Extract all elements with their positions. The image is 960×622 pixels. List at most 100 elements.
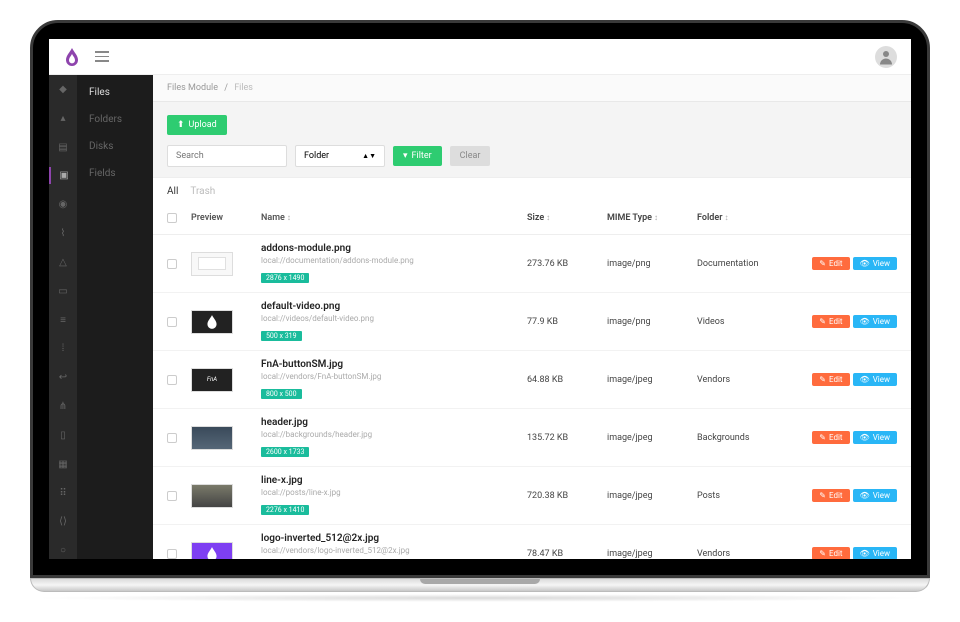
file-path: local://posts/line-x.jpg [261,488,527,497]
filter-button[interactable]: ▾ Filter [393,146,442,166]
table-row: default-video.png local://videos/default-… [153,293,911,351]
pencil-icon: ✎ [819,317,826,326]
file-folder[interactable]: Backgrounds [697,433,797,443]
col-preview: Preview [191,213,261,226]
file-name[interactable]: addons-module.png [261,243,527,254]
col-name[interactable]: Name↕ [261,213,527,226]
pencil-icon: ✎ [819,549,826,558]
dimensions-badge: 800 x 500 [261,389,302,399]
file-name[interactable]: FnA-buttonSM.jpg [261,359,527,370]
file-size: 720.38 KB [527,491,607,501]
file-path: local://videos/default-video.png [261,314,527,323]
col-mime[interactable]: MIME Type↕ [607,213,697,226]
rail-share-icon[interactable]: ⋔ [49,398,77,415]
menu-toggle[interactable] [95,51,109,62]
clear-label: Clear [460,151,481,161]
rail-bell-icon[interactable]: △ [49,254,77,271]
user-avatar[interactable] [875,46,897,68]
row-checkbox[interactable] [167,433,177,443]
rail-gear-icon[interactable]: ○ [49,542,77,559]
rail-storage-icon[interactable]: ▤ [49,139,77,156]
sidenav-item-files[interactable]: Files [77,79,153,106]
breadcrumb-current: Files [234,83,253,93]
file-folder[interactable]: Vendors [697,549,797,559]
sort-icon: ↕ [546,213,550,222]
view-button[interactable]: 👁View [853,315,897,328]
edit-button[interactable]: ✎Edit [812,257,849,270]
tab-all[interactable]: All [167,186,178,197]
rail-trash-icon[interactable]: ▯ [49,427,77,444]
rail-code-icon[interactable]: ⟨⟩ [49,513,77,530]
rail-reply-icon[interactable]: ↩ [49,369,77,386]
file-thumbnail [191,426,233,450]
rail-sliders-icon[interactable]: ⁞ [49,340,77,357]
col-folder[interactable]: Folder↕ [697,213,797,226]
view-button[interactable]: 👁View [853,547,897,559]
row-checkbox[interactable] [167,375,177,385]
edit-button[interactable]: ✎Edit [812,431,849,444]
main-content: Files Module / Files ⬆ Upload Folder ▲▼ [153,75,911,559]
file-name[interactable]: header.jpg [261,417,527,428]
row-checkbox[interactable] [167,549,177,559]
row-checkbox[interactable] [167,259,177,269]
file-name[interactable]: line-x.jpg [261,475,527,486]
search-input[interactable] [167,145,287,167]
view-button[interactable]: 👁View [853,373,897,386]
sort-icon: ↕ [287,213,291,222]
file-name[interactable]: logo-inverted_512@2x.jpg [261,533,527,544]
rail-link-icon[interactable]: ⌇ [49,225,77,242]
file-folder[interactable]: Videos [697,317,797,327]
file-path: local://vendors/logo-inverted_512@2x.jpg [261,546,527,555]
file-path: local://backgrounds/header.jpg [261,430,527,439]
icon-rail: ◆ ▴ ▤ ▣ ◉ ⌇ △ ▭ ≡ ⁞ ↩ ⋔ ▯ ▦ ⠿ ⟨⟩ ○ [49,75,77,559]
sidenav-item-disks[interactable]: Disks [77,133,153,160]
rail-files-icon[interactable]: ▣ [49,167,77,184]
rail-chat-icon[interactable]: ◉ [49,196,77,213]
col-size[interactable]: Size↕ [527,213,607,226]
sidenav-item-folders[interactable]: Folders [77,106,153,133]
table-row: addons-module.png local://documentation/a… [153,235,911,293]
view-button[interactable]: 👁View [853,257,897,270]
clear-button[interactable]: Clear [450,146,491,166]
tab-trash[interactable]: Trash [190,186,215,197]
file-size: 64.88 KB [527,375,607,385]
rail-grid-icon[interactable]: ▦ [49,456,77,473]
row-checkbox[interactable] [167,317,177,327]
rail-dashboard-icon[interactable]: ◆ [49,81,77,98]
files-table: Preview Name↕ Size↕ MIME Type↕ Folder↕ a… [153,205,911,559]
eye-icon: 👁 [860,259,870,268]
edit-button[interactable]: ✎Edit [812,315,849,328]
rail-flame-icon[interactable]: ▴ [49,110,77,127]
edit-button[interactable]: ✎Edit [812,489,849,502]
eye-icon: 👁 [860,491,870,500]
sort-icon: ↕ [654,213,658,222]
view-button[interactable]: 👁View [853,489,897,502]
row-checkbox[interactable] [167,491,177,501]
file-path: local://documentation/addons-module.png [261,256,527,265]
rail-users-icon[interactable]: ⠿ [49,485,77,502]
view-button[interactable]: 👁View [853,431,897,444]
eye-icon: 👁 [860,375,870,384]
toolbar: ⬆ Upload Folder ▲▼ ▾ Filter Clear [153,102,911,177]
edit-button[interactable]: ✎Edit [812,547,849,559]
file-name[interactable]: default-video.png [261,301,527,312]
sidenav-item-fields[interactable]: Fields [77,160,153,187]
funnel-icon: ▾ [403,151,408,161]
table-row: FnAFnA-buttonSM.jpglocal://vendors/FnA-b… [153,351,911,409]
pencil-icon: ✎ [819,491,826,500]
upload-button[interactable]: ⬆ Upload [167,115,227,135]
edit-button[interactable]: ✎Edit [812,373,849,386]
file-folder[interactable]: Documentation [697,259,797,269]
file-folder[interactable]: Posts [697,491,797,501]
tabs: All Trash [153,177,911,205]
rail-monitor-icon[interactable]: ▭ [49,283,77,300]
breadcrumb-module[interactable]: Files Module [167,83,218,93]
rail-list-icon[interactable]: ≡ [49,312,77,329]
file-mime: image/jpeg [607,549,697,559]
folder-select[interactable]: Folder ▲▼ [295,145,385,167]
file-mime: image/jpeg [607,375,697,385]
file-folder[interactable]: Vendors [697,375,797,385]
select-all-checkbox[interactable] [167,213,177,223]
pencil-icon: ✎ [819,375,826,384]
dimensions-badge: 2876 x 1490 [261,273,309,283]
